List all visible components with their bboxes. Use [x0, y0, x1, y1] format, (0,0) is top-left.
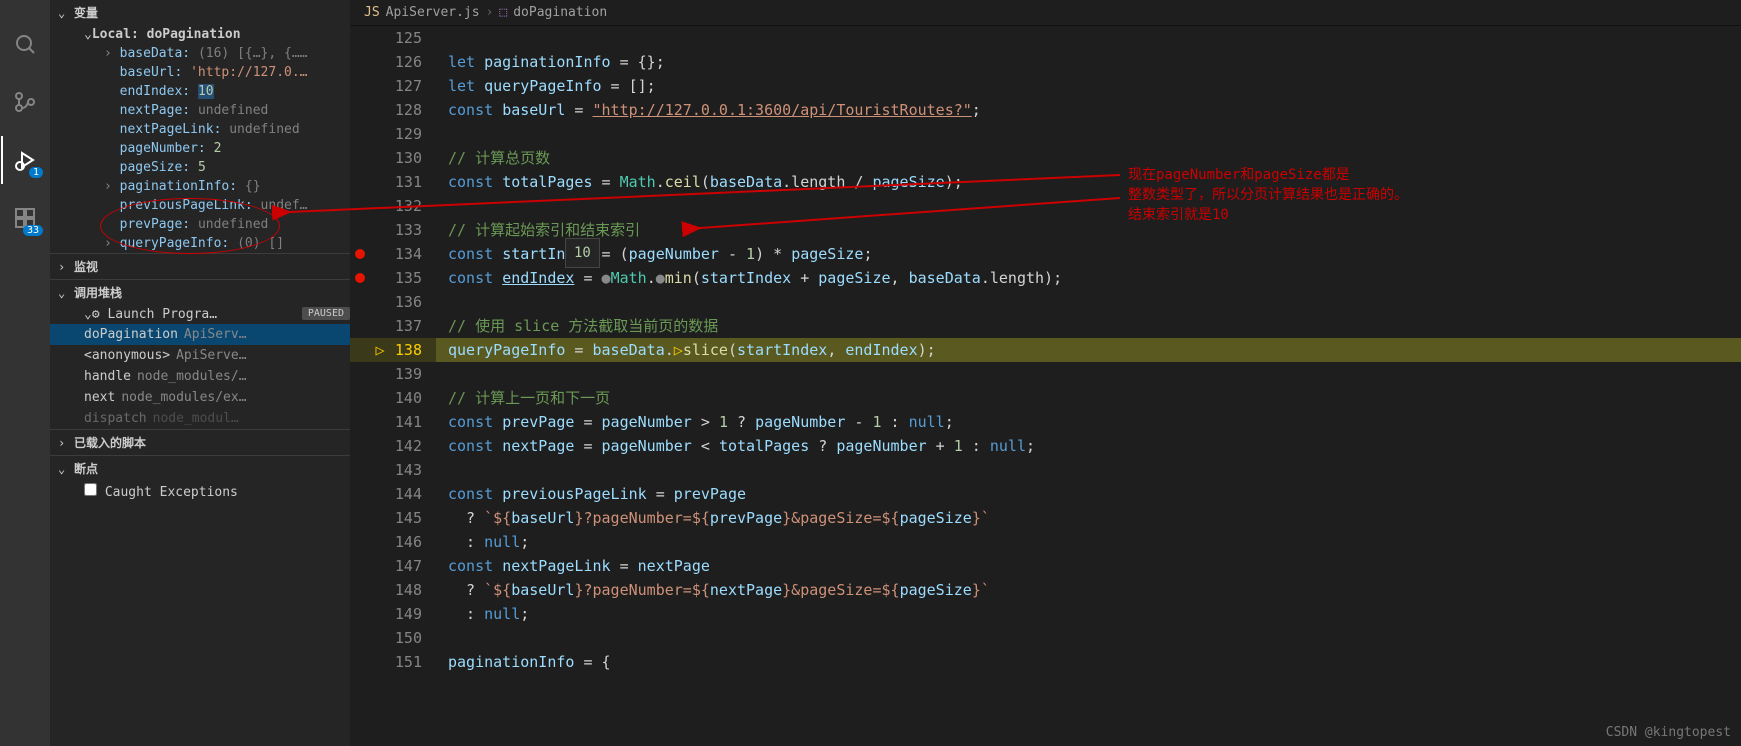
callstack-frame[interactable]: handlenode_modules/…	[50, 366, 350, 387]
debug-icon[interactable]: 1	[1, 136, 49, 184]
chevron-right-icon: ›	[58, 260, 74, 274]
variable-row[interactable]: nextPage: undefined	[50, 101, 350, 120]
chevron-down-icon: ⌄	[84, 307, 92, 322]
ext-badge: 33	[23, 225, 43, 236]
breadcrumb-symbol[interactable]: doPagination	[513, 5, 607, 20]
annotation-text: 现在pageNumber和pageSize都是 整数类型了，所以分页计算结果也是…	[1128, 165, 1408, 225]
code-editor[interactable]: 125 126let paginationInfo = {}; 127let q…	[350, 26, 1741, 674]
variable-row[interactable]: pageSize: 5	[50, 158, 350, 177]
variable-row[interactable]: nextPageLink: undefined	[50, 120, 350, 139]
breakpoint-item[interactable]: Caught Exceptions	[50, 481, 350, 502]
breakpoint-icon[interactable]	[355, 273, 365, 283]
loaded-scripts-title: 已载入的脚本	[74, 434, 146, 451]
editor-area: JS ApiServer.js › ⬚ doPagination 125 126…	[350, 0, 1741, 746]
chevron-right-icon: ›	[58, 436, 74, 450]
source-control-icon[interactable]	[1, 78, 49, 126]
method-icon: ⬚	[499, 5, 507, 20]
watch-title: 监视	[74, 258, 98, 275]
breakpoint-icon[interactable]	[355, 249, 365, 259]
chevron-right-icon: ›	[486, 5, 494, 20]
variable-row[interactable]: › queryPageInfo: (0) []	[50, 234, 350, 253]
variables-section-header[interactable]: ⌄变量	[50, 0, 350, 25]
variable-row[interactable]: previousPageLink: undef…	[50, 196, 350, 215]
variable-row[interactable]: › baseData: (16) [{…}, {……	[50, 44, 350, 63]
chevron-down-icon: ⌄	[58, 286, 74, 300]
js-file-icon: JS	[364, 5, 380, 20]
callstack-frame[interactable]: doPaginationApiServ…	[50, 324, 350, 345]
loaded-scripts-header[interactable]: ›已载入的脚本	[50, 429, 350, 455]
chevron-down-icon: ⌄	[84, 27, 92, 42]
launch-config[interactable]: ⌄⚙ Launch Progra…PAUSED	[50, 305, 350, 324]
callstack-frame[interactable]: nextnode_modules/ex…	[50, 387, 350, 408]
chevron-down-icon: ⌄	[58, 462, 74, 476]
chevron-down-icon: ⌄	[58, 6, 74, 20]
breakpoints-header[interactable]: ⌄断点	[50, 455, 350, 481]
variable-row[interactable]: › paginationInfo: {}	[50, 177, 350, 196]
extensions-icon[interactable]: 33	[1, 194, 49, 242]
caught-exceptions-checkbox[interactable]	[84, 483, 97, 496]
variables-title: 变量	[74, 4, 98, 21]
breadcrumb[interactable]: JS ApiServer.js › ⬚ doPagination	[350, 0, 1741, 26]
variable-row[interactable]: baseUrl: 'http://127.0.…	[50, 63, 350, 82]
variable-row[interactable]: endIndex: 10	[50, 82, 350, 101]
debug-badge: 1	[29, 167, 43, 178]
activity-bar: 1 33	[0, 0, 50, 746]
callstack-frame[interactable]: dispatchnode_modul…	[50, 408, 350, 429]
breadcrumb-file[interactable]: ApiServer.js	[386, 5, 480, 20]
callstack-frame[interactable]: <anonymous>ApiServe…	[50, 345, 350, 366]
variable-row[interactable]: prevPage: undefined	[50, 215, 350, 234]
watch-section-header[interactable]: ›监视	[50, 253, 350, 279]
variable-row[interactable]: pageNumber: 2	[50, 139, 350, 158]
debug-sidebar: ⌄变量 ⌄Local: doPagination › baseData: (16…	[50, 0, 350, 746]
breakpoints-title: 断点	[74, 460, 98, 477]
current-line-icon: ▷	[375, 341, 384, 359]
paused-badge: PAUSED	[302, 307, 350, 320]
callstack-section-header[interactable]: ⌄调用堆栈	[50, 279, 350, 305]
watermark: CSDN @kingtopest	[1606, 725, 1731, 740]
variable-scope[interactable]: ⌄Local: doPagination	[50, 25, 350, 44]
search-icon[interactable]	[1, 20, 49, 68]
callstack-title: 调用堆栈	[74, 284, 122, 301]
debug-hover-tooltip: 10	[565, 238, 600, 268]
